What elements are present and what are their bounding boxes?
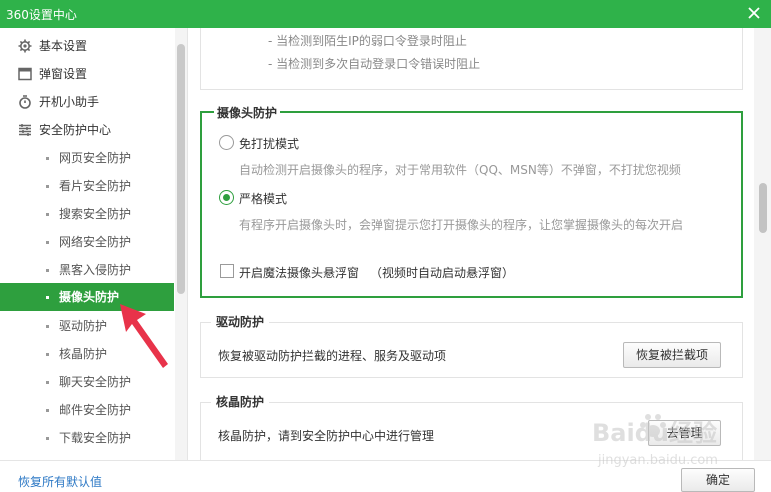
sidebar-subitem-label: 聊天安全防护 [59, 375, 132, 389]
watermark-brand: Baidu经验 [592, 419, 717, 447]
bullet-icon [46, 296, 49, 299]
login-rule-line: - 当检测到陌生IP的弱口令登录时阻止 [268, 34, 467, 48]
sidebar-scrollbar[interactable] [175, 28, 187, 460]
baidu-watermark: Baidu经验 jingyan.baidu.com [586, 405, 746, 485]
driver-protection-section: 驱动防护 恢复被驱动防护拦截的进程、服务及驱动项 恢复被拦截项 [200, 313, 743, 378]
close-icon[interactable] [745, 4, 763, 22]
gear-icon [18, 39, 32, 53]
bullet-icon [46, 157, 49, 160]
watermark-url: jingyan.baidu.com [598, 453, 718, 468]
sidebar-item-label: 基本设置 [39, 39, 88, 53]
bullet-icon [46, 409, 49, 412]
sidebar-subitem-network-protection[interactable]: 网络安全防护 [0, 228, 174, 256]
sidebar-subitem-search-protection[interactable]: 搜索安全防护 [0, 200, 174, 228]
sidebar-item-label: 开机小助手 [39, 95, 100, 109]
strict-mode-label[interactable]: 严格模式 [239, 190, 287, 207]
sidebar-item-popup-settings[interactable]: 弹窗设置 [0, 60, 174, 88]
sidebar-subitem-label: 看片安全防护 [59, 179, 132, 193]
bullet-icon [46, 353, 49, 356]
sidebar-subitem-web-protection[interactable]: 网页安全防护 [0, 144, 174, 172]
sidebar-subitem-hacker-protection[interactable]: 黑客入侵防护 [0, 256, 174, 284]
section-divider [201, 402, 742, 403]
sidebar-item-basic-settings[interactable]: 基本设置 [0, 32, 174, 60]
sidebar-subitem-label: 网页安全防护 [59, 151, 132, 165]
sidebar-subitem-label: 搜索安全防护 [59, 207, 132, 221]
restore-blocked-items-button[interactable]: 恢复被拦截项 [623, 342, 721, 368]
kernel-protection-title: 核晶防护 [211, 393, 270, 410]
bullet-icon [46, 381, 49, 384]
bullet-icon [46, 437, 49, 440]
main-scrollbar[interactable] [754, 28, 771, 460]
login-protection-box: - 当检测到陌生IP的弱口令登录时阻止 - 当检测到多次自动登录口令错误时阻止 [200, 28, 743, 90]
sidebar-subitem-label: 下载安全防护 [59, 431, 132, 445]
driver-protection-title: 驱动防护 [211, 313, 270, 330]
sidebar-item-label: 安全防护中心 [39, 123, 112, 137]
sidebar-subitem-chat-protection[interactable]: 聊天安全防护 [0, 368, 174, 396]
camera-protection-group: 摄像头防护 免打扰模式 自动检测开启摄像头的程序，对于常用软件（QQ、MSN等）… [200, 104, 743, 298]
magic-camera-floating-window-label[interactable]: 开启魔法摄像头悬浮窗 [239, 264, 359, 281]
no-disturb-description: 自动检测开启摄像头的程序，对于常用软件（QQ、MSN等）不弹窗，不打扰您视频 [239, 163, 681, 177]
no-disturb-radio[interactable] [219, 135, 234, 150]
timer-icon [19, 95, 31, 109]
sidebar: 基本设置 弹窗设置 开机小助手 安全防护中心 网页安全防护 看片安全防护 搜索安… [0, 28, 188, 460]
bullet-icon [46, 241, 49, 244]
sidebar-scrollbar-thumb[interactable] [177, 44, 185, 294]
window-icon [18, 67, 32, 81]
login-rule-line: - 当检测到多次自动登录口令错误时阻止 [268, 57, 481, 71]
window-title: 360设置中心 [6, 8, 77, 22]
strict-mode-description: 有程序开启摄像头时，会弹窗提示您打开摄像头的程序，让您掌握摄像头的每次开启 [239, 218, 684, 232]
sidebar-subitem-label: 摄像头防护 [59, 290, 120, 304]
bullet-icon [46, 325, 49, 328]
sidebar-subitem-label: 邮件安全防护 [59, 403, 132, 417]
magic-camera-floating-window-note: （视频时自动启动悬浮窗） [370, 266, 515, 280]
sidebar-subitem-label: 网络安全防护 [59, 235, 132, 249]
sidebar-subitem-video-protection[interactable]: 看片安全防护 [0, 172, 174, 200]
main-scrollbar-thumb[interactable] [759, 183, 767, 233]
sidebar-item-label: 弹窗设置 [39, 67, 88, 81]
bullet-icon [46, 213, 49, 216]
strict-mode-radio[interactable] [219, 190, 234, 205]
restore-defaults-link[interactable]: 恢复所有默认值 [18, 473, 102, 490]
sidebar-subitem-label: 黑客入侵防护 [59, 263, 132, 277]
magic-camera-floating-window-checkbox[interactable] [220, 264, 234, 278]
bullet-icon [46, 185, 49, 188]
camera-protection-title: 摄像头防护 [214, 104, 281, 121]
list-icon [19, 124, 31, 136]
sidebar-subitem-download-protection[interactable]: 下载安全防护 [0, 424, 174, 452]
bullet-icon [46, 269, 49, 272]
sidebar-item-security-center[interactable]: 安全防护中心 [0, 116, 174, 144]
annotation-arrow-icon [120, 304, 168, 368]
main-panel: - 当检测到陌生IP的弱口令登录时阻止 - 当检测到多次自动登录口令错误时阻止 … [188, 28, 771, 460]
title-bar: 360设置中心 [0, 0, 771, 28]
sidebar-subitem-label: 核晶防护 [59, 347, 108, 361]
driver-protection-text: 恢复被驱动防护拦截的进程、服务及驱动项 [218, 349, 447, 363]
sidebar-subitem-label: 驱动防护 [59, 319, 108, 333]
section-divider [201, 322, 742, 323]
sidebar-subitem-mail-protection[interactable]: 邮件安全防护 [0, 396, 174, 424]
sidebar-item-boot-assistant[interactable]: 开机小助手 [0, 88, 174, 116]
kernel-protection-text: 核晶防护，请到安全防护中心中进行管理 [218, 429, 435, 443]
no-disturb-label[interactable]: 免打扰模式 [239, 135, 299, 152]
